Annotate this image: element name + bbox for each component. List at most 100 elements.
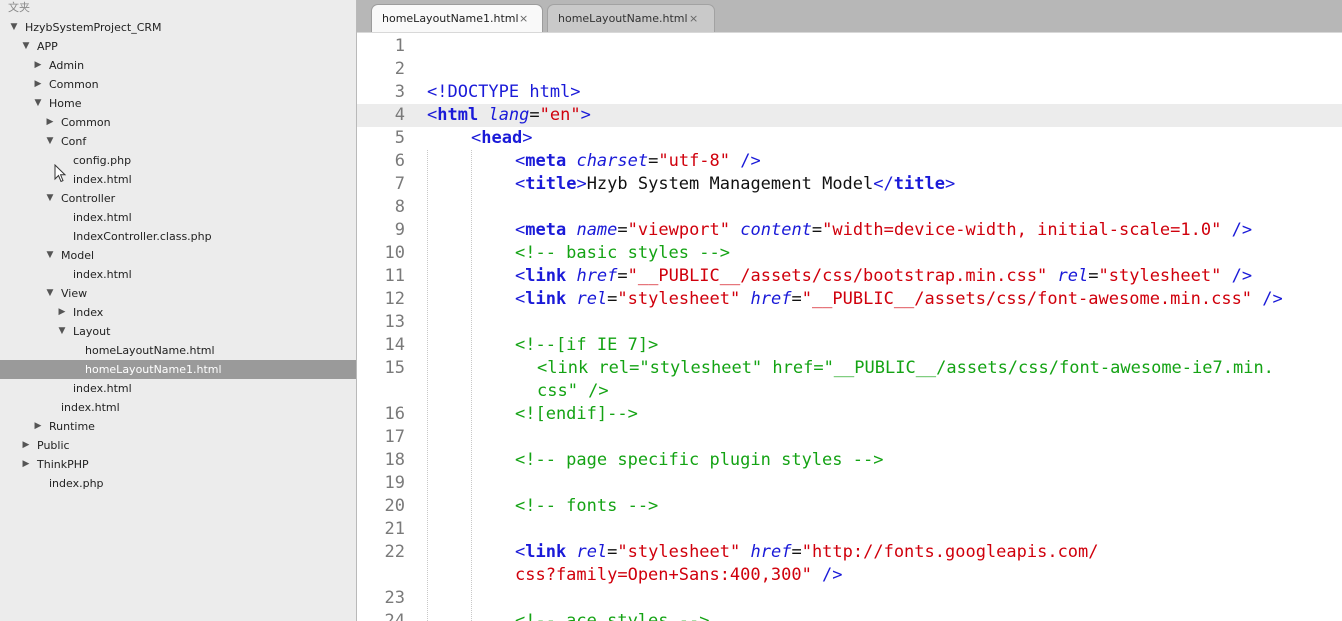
disclosure-open-icon[interactable]: ▼ (45, 284, 55, 303)
code-line[interactable]: 12 <link rel="stylesheet" href="__PUBLIC_… (357, 288, 1342, 311)
code-token: < (515, 219, 526, 240)
tree-folder-item[interactable]: ▼ View (0, 284, 356, 303)
code-token: href (750, 541, 792, 562)
tree-folder-item[interactable]: ▼ Conf (0, 132, 356, 151)
code-line[interactable]: 15 <link rel="stylesheet" href="__PUBLIC_… (357, 357, 1342, 380)
disclosure-closed-icon[interactable]: ▶ (57, 303, 67, 322)
code-token: <!--[if IE 7]> (515, 334, 659, 355)
code-line[interactable]: 7 <title>Hzyb System Management Model</ti… (357, 173, 1342, 196)
tree-folder-item[interactable]: ▶ Common (0, 113, 356, 132)
tab-homelayoutname1[interactable]: homeLayoutName1.html × (371, 4, 543, 32)
tree-folder-item[interactable]: ▼ Model (0, 246, 356, 265)
disclosure-open-icon[interactable]: ▼ (21, 37, 31, 56)
code-line[interactable]: 18 <!-- page specific plugin styles --> (357, 449, 1342, 472)
tree-item-label: View (61, 286, 88, 300)
tree-file-item[interactable]: index.html (0, 208, 356, 227)
disclosure-open-icon[interactable]: ▼ (45, 189, 55, 208)
code-token: link (525, 265, 567, 286)
code-line[interactable]: 21 (357, 518, 1342, 541)
tree-file-item[interactable]: index.html (0, 265, 356, 284)
code-line[interactable]: 16 <![endif]--> (357, 403, 1342, 426)
code-line[interactable]: 6 <meta charset="utf-8" /> (357, 150, 1342, 173)
code-editor[interactable]: 1 2 3 <!DOCTYPE html> 4 <html lang="en"> 5 <hea… (357, 33, 1342, 621)
close-icon[interactable]: × (689, 5, 698, 33)
code-line[interactable]: 20 <!-- fonts --> (357, 495, 1342, 518)
disclosure-open-icon[interactable]: ▼ (57, 322, 67, 341)
tree-folder-item[interactable]: ▶ ThinkPHP (0, 455, 356, 474)
code-line[interactable]: 10 <!-- basic styles --> (357, 242, 1342, 265)
code-token: > (580, 104, 591, 125)
code-token: /> (1221, 265, 1253, 286)
tree-item-label: homeLayoutName.html (85, 343, 215, 357)
tree-folder-item[interactable]: ▼ Controller (0, 189, 356, 208)
tree-file-item[interactable]: homeLayoutName1.html (0, 359, 356, 379)
disclosure-closed-icon[interactable]: ▶ (21, 436, 31, 455)
code-line[interactable]: 4 <html lang="en"> (357, 103, 1342, 127)
code-line[interactable]: 5 <head> (357, 127, 1342, 150)
code-token: rel (576, 541, 608, 562)
tree-folder-item[interactable]: ▶ Common (0, 75, 356, 94)
tree-folder-item[interactable]: ▶ Admin (0, 56, 356, 75)
code-line[interactable]: 11 <link href="__PUBLIC__/assets/css/boot… (357, 265, 1342, 288)
code-token: < (427, 104, 438, 125)
line-number: 3 (394, 81, 405, 102)
tree-folder-item[interactable]: ▼ Layout (0, 322, 356, 341)
disclosure-closed-icon[interactable]: ▶ (33, 417, 43, 436)
disclosure-open-icon[interactable]: ▼ (9, 18, 19, 37)
tree-folder-item[interactable]: ▼ HzybSystemProject_CRM (0, 18, 356, 37)
line-number: 12 (384, 288, 405, 309)
tree-file-item[interactable]: index.html (0, 398, 356, 417)
disclosure-closed-icon[interactable]: ▶ (45, 113, 55, 132)
code-token: "en" (539, 104, 581, 125)
tree-item-label: Controller (61, 191, 116, 205)
code-line[interactable]: 13 (357, 311, 1342, 334)
code-token: < (515, 288, 526, 309)
code-line[interactable]: 3 <!DOCTYPE html> (357, 81, 1342, 104)
tree-folder-item[interactable]: ▼ Home (0, 94, 356, 113)
code-token: "stylesheet" (617, 541, 741, 562)
code-token: < (515, 541, 526, 562)
disclosure-closed-icon[interactable]: ▶ (33, 56, 43, 75)
tree-item-label: homeLayoutName1.html (85, 362, 222, 376)
code-line[interactable]: css" /> (357, 380, 1342, 403)
code-text: css" /> (537, 380, 609, 403)
code-token: content (740, 219, 812, 240)
disclosure-open-icon[interactable]: ▼ (45, 246, 55, 265)
code-line[interactable]: 17 (357, 426, 1342, 449)
tree-item-label: ThinkPHP (37, 457, 89, 471)
close-icon[interactable]: × (519, 5, 528, 33)
code-line[interactable]: 24 <!-- ace styles --> (357, 610, 1342, 621)
code-token: = (529, 104, 540, 125)
code-line[interactable]: 22 <link rel="stylesheet" href="http://fo… (357, 541, 1342, 564)
code-token: "utf-8" (658, 150, 731, 171)
tree-folder-item[interactable]: ▶ Index (0, 303, 356, 322)
tree-folder-item[interactable]: ▼ APP (0, 37, 356, 56)
line-number: 11 (384, 265, 405, 286)
code-line[interactable]: 9 <meta name="viewport" content="width=de… (357, 219, 1342, 242)
tree-file-item[interactable]: index.html (0, 379, 356, 398)
code-line[interactable]: css?family=Open+Sans:400,300" /> (357, 564, 1342, 587)
disclosure-closed-icon[interactable]: ▶ (33, 75, 43, 94)
tree-folder-item[interactable]: ▶ Runtime (0, 417, 356, 436)
code-line[interactable]: 14 <!--[if IE 7]> (357, 334, 1342, 357)
tree-folder-item[interactable]: ▶ Public (0, 436, 356, 455)
disclosure-closed-icon[interactable]: ▶ (21, 455, 31, 474)
code-text: <html lang="en"> (427, 104, 591, 127)
code-line[interactable]: 8 (357, 196, 1342, 219)
code-line[interactable]: 1 (357, 35, 1342, 58)
code-line[interactable]: 19 (357, 472, 1342, 495)
code-token: css?family=Open+Sans:400,300" (515, 564, 812, 585)
disclosure-open-icon[interactable]: ▼ (45, 132, 55, 151)
code-line[interactable]: 23 (357, 587, 1342, 610)
tree-file-item[interactable]: homeLayoutName.html (0, 341, 356, 360)
tab-homelayoutname[interactable]: homeLayoutName.html × (547, 4, 715, 32)
code-line[interactable]: 2 (357, 58, 1342, 81)
code-token: name (576, 219, 618, 240)
tree-file-item[interactable]: index.php (0, 474, 356, 493)
code-token: <![endif]--> (515, 403, 638, 424)
tree-file-item[interactable]: IndexController.class.php (0, 227, 356, 246)
line-number: 5 (394, 127, 405, 148)
disclosure-open-icon[interactable]: ▼ (33, 94, 43, 113)
